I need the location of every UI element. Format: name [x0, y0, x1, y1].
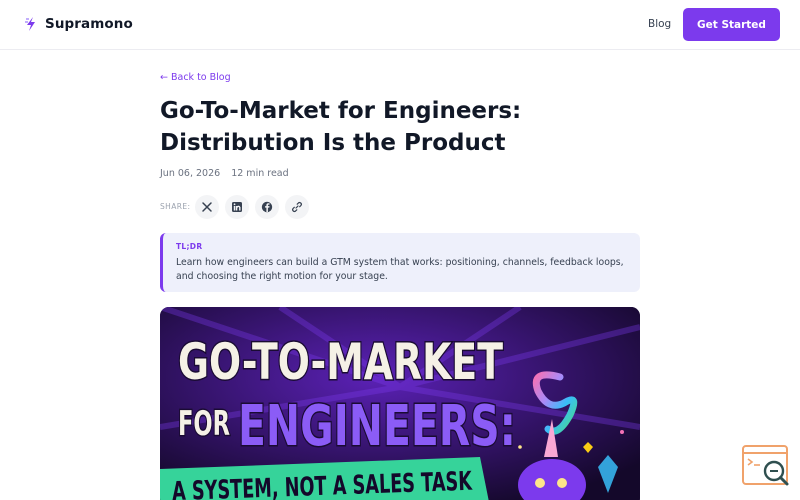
back-to-blog-link[interactable]: ← Back to Blog: [160, 72, 231, 83]
facebook-icon: [261, 201, 273, 213]
hero-headline-engineers: ENGINEERS:: [238, 394, 516, 459]
tldr-label: TL;DR: [176, 242, 203, 251]
hero-image: GO-TO-MARKET FOR ENGINEERS: A SYSTEM, NO…: [160, 307, 640, 500]
share-label: SHARE:: [160, 202, 191, 211]
link-icon: [291, 201, 303, 213]
article-title: Go-To-Market for Engineers: Distribution…: [160, 98, 522, 156]
brand-name[interactable]: Supramono: [45, 16, 133, 32]
share-copy-link-button[interactable]: [285, 195, 309, 219]
article-date: Jun 06, 2026: [160, 168, 221, 179]
share-linkedin-button[interactable]: [225, 195, 249, 219]
hero-headline-for: FOR: [178, 404, 230, 444]
get-started-button[interactable]: Get Started: [683, 8, 780, 41]
nav-blog-link[interactable]: Blog: [648, 18, 671, 30]
search-chat-icon: [742, 445, 789, 486]
hero-headline-line1: GO-TO-MARKET: [178, 333, 503, 391]
share-facebook-button[interactable]: [255, 195, 279, 219]
tldr-box: TL;DR Learn how engineers can build a GT…: [160, 233, 640, 292]
spark-logo-icon[interactable]: [23, 16, 39, 32]
article-read-time: 12 min read: [231, 168, 289, 179]
site-header: Supramono Blog Get Started: [0, 0, 800, 50]
floating-help-widget[interactable]: [741, 444, 791, 490]
article-meta: Jun 06, 2026 12 min read: [160, 168, 289, 179]
x-icon: [202, 202, 212, 212]
hero-illustration: GO-TO-MARKET FOR ENGINEERS: A SYSTEM, NO…: [160, 307, 640, 500]
tldr-text: Learn how engineers can build a GTM syst…: [176, 257, 624, 282]
linkedin-icon: [232, 202, 242, 212]
share-x-button[interactable]: [195, 195, 219, 219]
